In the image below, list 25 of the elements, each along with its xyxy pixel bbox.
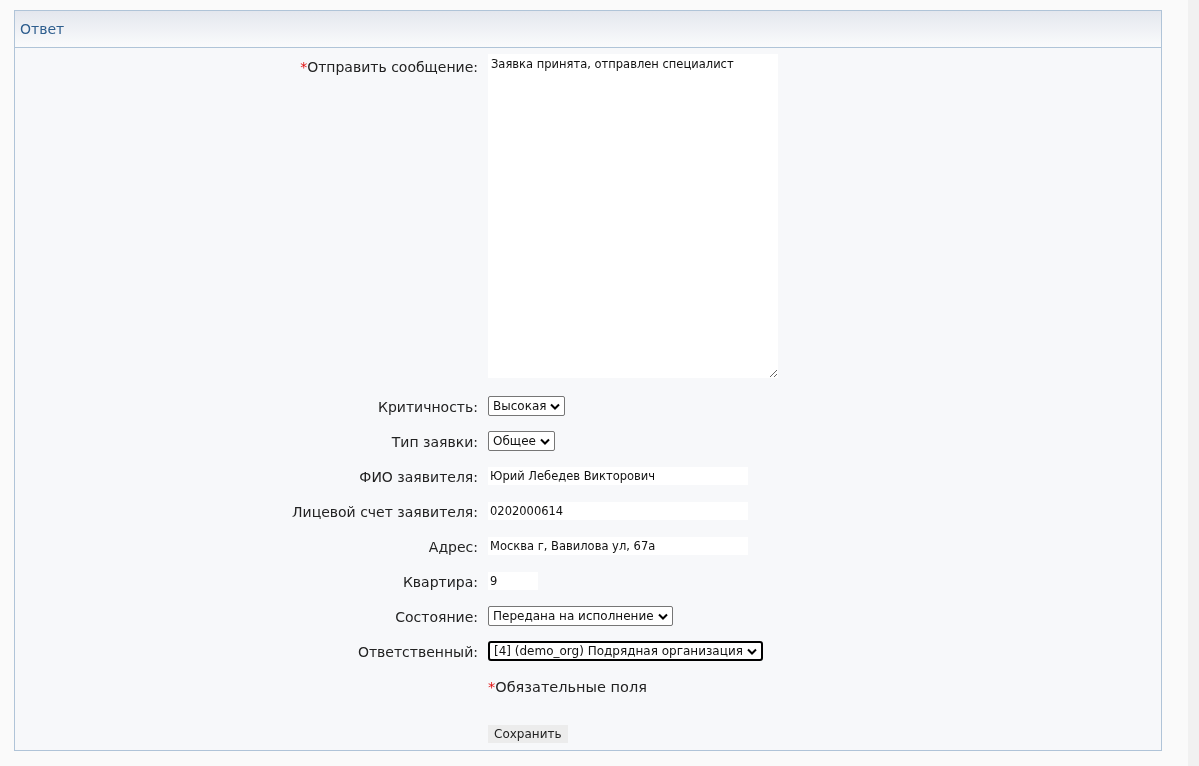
dropdown[interactable]: Общее [488,431,555,451]
field-label: Лицевой счет заявителя: [292,504,478,520]
field-label: Критичность: [378,399,478,415]
field-label: Квартира: [402,574,478,590]
field-label: Состояние: [395,609,478,625]
required-fields-note: *Обязательные поля [488,679,647,695]
dropdown[interactable]: Высокая [488,396,566,416]
field-label: ФИО заявителя: [359,469,478,485]
chevron-icon [657,612,668,620]
save-button[interactable]: Сохранить [488,725,568,743]
chevron-icon [550,402,561,410]
field-label: Адрес: [428,539,478,555]
chevron-icon [539,437,550,445]
text-field[interactable]: Юрий Лебедев Викторович [488,467,748,485]
panel-title: Ответ [20,21,65,37]
message-textarea[interactable]: Заявка принята, отправлен специалист [488,54,778,378]
chevron-icon [746,647,757,655]
text-field[interactable]: 0202000614 [488,502,748,520]
text-field[interactable]: 9 [488,572,538,590]
field-label: *Отправить сообщение: [300,59,478,75]
text-field[interactable]: Москва г, Вавилова ул, 67а [488,537,748,555]
field-label: Ответственный: [357,644,478,660]
dropdown[interactable]: Передана на исполнение [488,606,673,626]
dropdown[interactable]: [4] (demo_org) Подрядная организация [488,641,763,661]
field-label: Тип заявки: [391,434,478,450]
